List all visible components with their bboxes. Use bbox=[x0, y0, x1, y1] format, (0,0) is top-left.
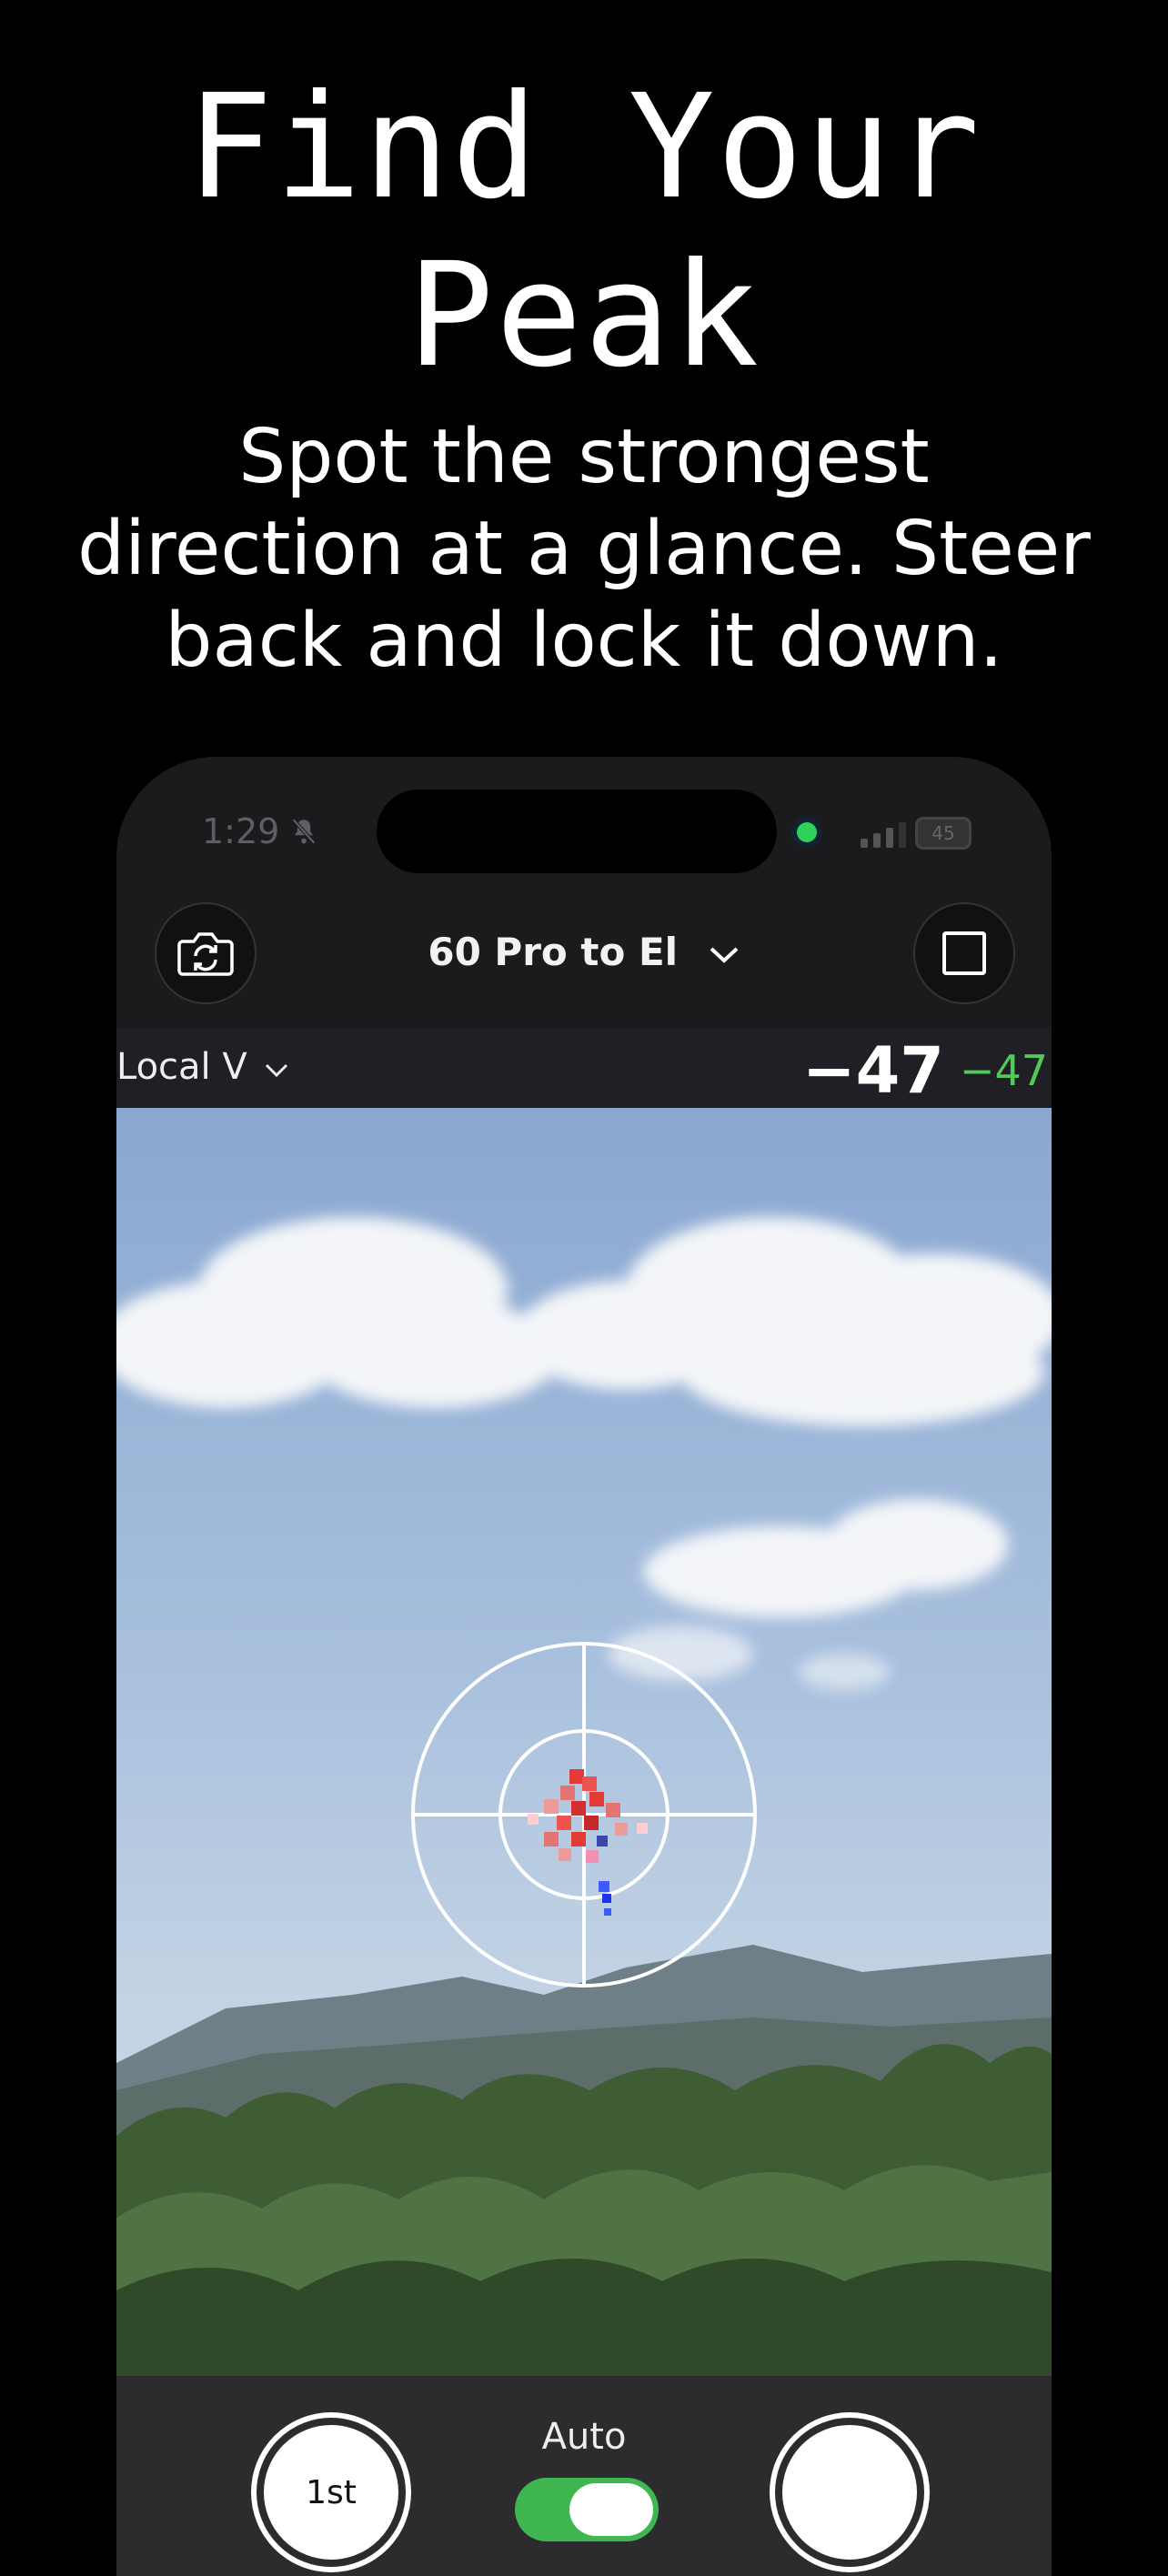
profile-selector[interactable]: 60 Pro to El bbox=[116, 930, 1052, 974]
stop-button[interactable] bbox=[913, 902, 1015, 1004]
subline-line-1: Spot the strongest bbox=[238, 414, 930, 500]
auto-toggle[interactable] bbox=[515, 2478, 659, 2541]
reading-bar: Local V −47 −47 bbox=[116, 1028, 1052, 1108]
cellular-signal-icon bbox=[861, 822, 906, 848]
dynamic-island bbox=[377, 790, 777, 873]
chevron-down-icon bbox=[710, 947, 739, 963]
camera-indicator-dot bbox=[797, 822, 817, 842]
subline-line-2: direction at a glance. Steer bbox=[77, 506, 1091, 592]
bell-slash-icon bbox=[292, 818, 317, 845]
phone-frame: 1:29 45 60 Pro to El Local V −47 −47 1st… bbox=[116, 757, 1052, 2576]
signal-heat-cluster bbox=[528, 1769, 648, 1916]
camera-viewfinder[interactable] bbox=[116, 1108, 1052, 2381]
capture-button[interactable] bbox=[775, 2418, 924, 2567]
battery-icon: 45 bbox=[915, 817, 972, 850]
promo-subline: Spot the strongest direction at a glance… bbox=[36, 411, 1132, 687]
mode-label: Local V bbox=[116, 1046, 247, 1088]
signal-reading-secondary: −47 bbox=[959, 1046, 1048, 1095]
mode-selector[interactable]: Local V bbox=[116, 1046, 289, 1088]
status-time: 1:29 bbox=[202, 811, 319, 851]
clouds bbox=[116, 1217, 1052, 1690]
headline-line-1: Find Your bbox=[186, 64, 982, 231]
promo-headline: Find Your Peak bbox=[0, 64, 1168, 400]
subline-line-3: back and lock it down. bbox=[165, 598, 1003, 684]
scene-image bbox=[116, 1217, 1052, 2381]
square-stop-icon bbox=[942, 931, 986, 975]
profile-label: 60 Pro to El bbox=[428, 930, 679, 974]
chevron-down-icon bbox=[266, 1063, 288, 1078]
signal-reading: −47 bbox=[801, 1033, 944, 1108]
headline-line-2: Peak bbox=[407, 232, 761, 399]
capture-controls: 1st Auto bbox=[116, 2376, 1052, 2576]
